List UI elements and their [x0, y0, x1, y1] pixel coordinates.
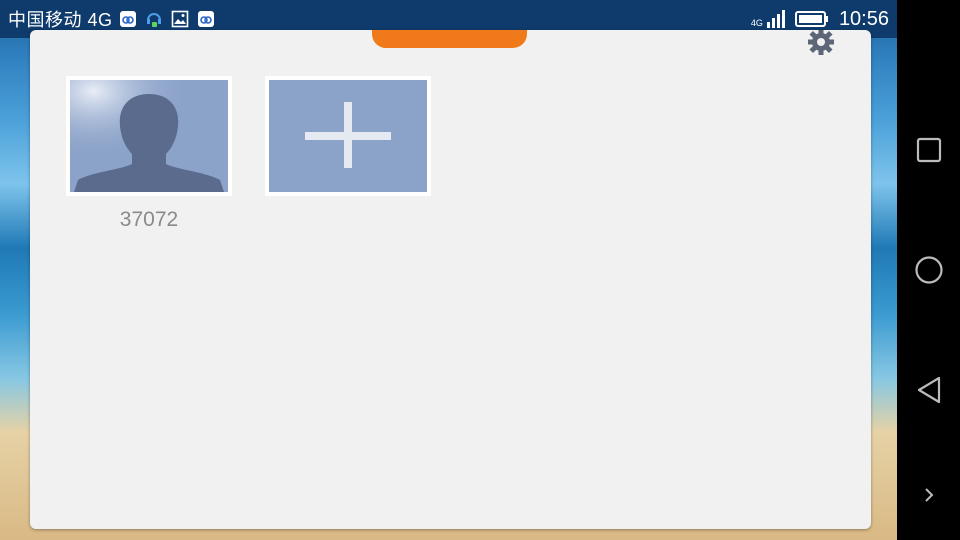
account-label[interactable]: 37072	[66, 208, 232, 232]
network-badge: 4G	[750, 18, 763, 28]
gear-icon	[808, 30, 834, 55]
battery-icon	[794, 11, 828, 27]
add-account-button[interactable]	[265, 76, 431, 196]
expand-button[interactable]	[897, 465, 960, 525]
back-icon	[917, 376, 940, 404]
headset-notification-icon	[146, 13, 161, 27]
recent-apps-icon	[916, 137, 941, 163]
back-button[interactable]	[897, 360, 960, 420]
account-tile[interactable]	[66, 76, 232, 196]
avatar	[70, 80, 228, 192]
signal-icon: 4G	[751, 10, 785, 28]
home-icon	[914, 256, 943, 284]
account-panel: 37072	[30, 30, 871, 529]
settings-button[interactable]	[806, 30, 836, 58]
home-button[interactable]	[897, 240, 960, 300]
carrier-label: 中国移动 4G	[8, 10, 113, 30]
plus-icon	[305, 102, 391, 168]
notification-icons	[119, 10, 215, 28]
status-right-group: 4G 10:56	[751, 8, 889, 31]
default-avatar-icon	[70, 80, 228, 192]
expand-icon	[924, 488, 933, 502]
baidu-cloud-icon	[119, 11, 136, 27]
navigation-bar	[897, 0, 960, 540]
image-icon	[171, 10, 188, 28]
recent-apps-button[interactable]	[897, 120, 960, 180]
add-account-tile-inner	[269, 80, 427, 192]
baidu-cloud-icon	[197, 11, 214, 27]
clock: 10:56	[838, 7, 889, 30]
top-tab-button[interactable]	[372, 30, 527, 48]
